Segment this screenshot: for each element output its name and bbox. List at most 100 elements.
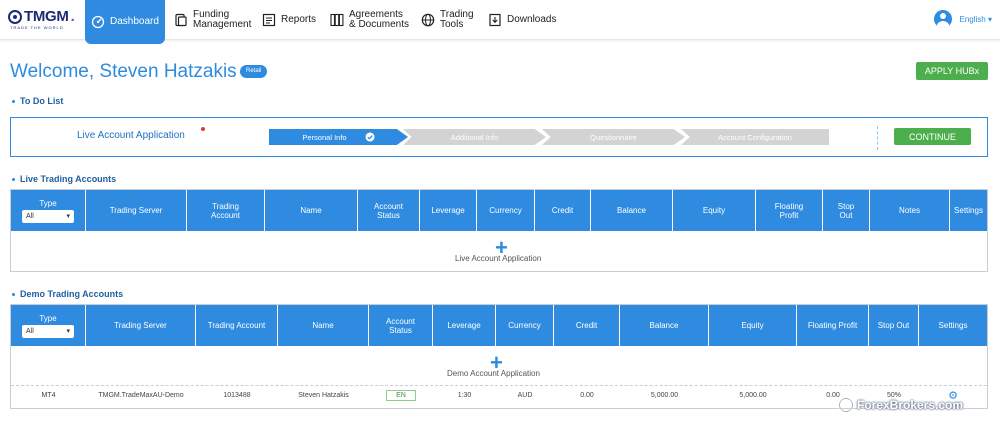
live-type-select[interactable]: All ▾ (22, 209, 74, 223)
demo-type-select[interactable]: All ▾ (22, 324, 74, 338)
chevron-down-icon: ▾ (66, 212, 70, 220)
live-header-balance: Balance (591, 190, 673, 231)
step-questionnaire[interactable]: Questionnaire (542, 129, 685, 145)
live-header-trading-account: Trading Account (187, 190, 265, 231)
watermark-logo-icon (838, 397, 854, 413)
live-header-stop-out: Stop Out (823, 190, 870, 231)
todo-card: Live Account Application Personal Info A… (10, 117, 988, 157)
demo-type-header: Type All ▾ (11, 305, 86, 346)
nav-dashboard[interactable]: Dashboard (85, 0, 165, 44)
demo-header-leverage: Leverage (433, 305, 496, 346)
add-live-account-link[interactable]: Live Account Application (455, 254, 541, 263)
header-text: Settings (954, 206, 983, 215)
live-header-trading-server: Trading Server (86, 190, 187, 231)
header-text: Out (839, 210, 853, 220)
divider (877, 126, 878, 150)
todo-label: Live Account Application (77, 130, 185, 141)
header-text: Settings (938, 321, 968, 330)
header-text: Account (374, 201, 403, 211)
step-account-configuration[interactable]: Account Configuration (681, 129, 829, 145)
live-header-name: Name (265, 190, 358, 231)
nav-funding-management[interactable]: Funding Management (174, 0, 251, 40)
header-text: Credit (551, 206, 574, 215)
nav-agreements-label-2: & Documents (349, 19, 410, 30)
header-text: Trading Server (109, 206, 163, 215)
live-header-equity: Equity (673, 190, 756, 231)
progress-steps: Personal Info Additional Info Questionna… (269, 129, 829, 145)
add-demo-account-link[interactable]: Demo Account Application (447, 369, 540, 378)
header-text: Trading Account (207, 321, 266, 330)
cell-balance: 5,000.00 (650, 392, 679, 399)
live-accounts-table: Type All ▾ Trading Server Trading Account … (10, 189, 988, 272)
user-avatar-icon[interactable] (933, 10, 952, 28)
nav-dashboard-label: Dashboard (110, 16, 159, 27)
header-text: Stop Out (877, 321, 910, 330)
top-navigation: TMGM. TRADE THE WORLD Dashboard Funding M… (0, 0, 1000, 44)
tmgm-logo[interactable]: TMGM. TRADE THE WORLD (8, 8, 80, 32)
chevron-down-icon: ▾ (66, 327, 70, 335)
live-header-credit: Credit (535, 190, 591, 231)
nav-trading-tools[interactable]: Trading Tools (421, 0, 474, 40)
nav-downloads[interactable]: Downloads (488, 0, 556, 40)
cell-server: TMGM.TradeMaxAU-Demo (98, 392, 184, 399)
header-text: Name (300, 206, 322, 215)
chevron-down-icon: ▾ (987, 14, 992, 24)
step-personal-info[interactable]: Personal Info (269, 129, 408, 145)
dashboard-icon (91, 15, 105, 29)
header-text: Profit (779, 210, 799, 220)
step-questionnaire-label: Questionnaire (590, 132, 637, 142)
demo-header-credit: Credit (554, 305, 620, 346)
logo-mark-icon (8, 9, 22, 24)
live-header-leverage: Leverage (420, 190, 477, 231)
header-text: Status (377, 210, 400, 220)
demo-header-floating-profit: Floating Profit (797, 305, 869, 346)
demo-title-label: Demo Trading Accounts (20, 289, 124, 299)
language-selector[interactable]: English ▾ (960, 15, 993, 24)
bullet-icon (12, 292, 15, 296)
demo-header-trading-server: Trading Server (86, 305, 196, 346)
header-text: Currency (508, 321, 541, 330)
header-text: Balance (649, 321, 679, 330)
nav-reports[interactable]: Reports (262, 0, 316, 40)
step-account-configuration-label: Account Configuration (718, 132, 792, 142)
step-additional-info[interactable]: Additional Info (403, 129, 546, 145)
forexbrokers-watermark: ForexBrokers.com (838, 397, 963, 413)
report-icon (262, 13, 276, 27)
header-text: Trading (212, 201, 239, 211)
demo-header-settings: Settings (919, 305, 987, 346)
live-header-floating-profit: Floating Profit (756, 190, 823, 231)
nav-agreements-documents[interactable]: Agreements & Documents (330, 0, 409, 40)
globe-icon (421, 13, 435, 27)
live-title-label: Live Trading Accounts (20, 174, 117, 184)
cell-currency: AUD (517, 392, 533, 399)
live-type-value: All (26, 212, 34, 220)
header-text: Name (312, 321, 334, 330)
status-badge: EN (386, 390, 416, 401)
header-text: Status (389, 325, 412, 335)
live-section-title: Live Trading Accounts (12, 174, 116, 184)
header-text: Account (211, 210, 240, 220)
demo-section-title: Demo Trading Accounts (12, 289, 123, 299)
live-header-settings: Settings (950, 190, 987, 231)
page-title: Welcome, Steven Hatzakis (10, 61, 237, 82)
watermark-text: ForexBrokers.com (857, 398, 964, 412)
cell-leverage: 1:30 (457, 392, 472, 399)
nav-downloads-label: Downloads (507, 14, 557, 25)
demo-header-stop-out: Stop Out (869, 305, 919, 346)
notification-dot-icon (201, 127, 205, 131)
header-text: Equity (702, 206, 726, 215)
bullet-icon (12, 177, 15, 181)
language-label: English (959, 14, 986, 24)
header-text: Account (386, 316, 415, 326)
header-text: Credit (575, 321, 598, 330)
header-text: Trading Server (114, 321, 167, 330)
header-text: Floating (774, 201, 804, 211)
apply-hubx-button[interactable]: APPLY HUBx (916, 62, 988, 80)
header-text: Equity (741, 321, 764, 330)
bullet-icon (12, 99, 15, 103)
continue-button[interactable]: CONTINUE (894, 128, 971, 145)
todo-section-title: To Do List (12, 96, 63, 106)
header-text: Leverage (447, 321, 481, 330)
demo-header-account-status: Account Status (369, 305, 433, 346)
demo-header-name: Name (278, 305, 369, 346)
